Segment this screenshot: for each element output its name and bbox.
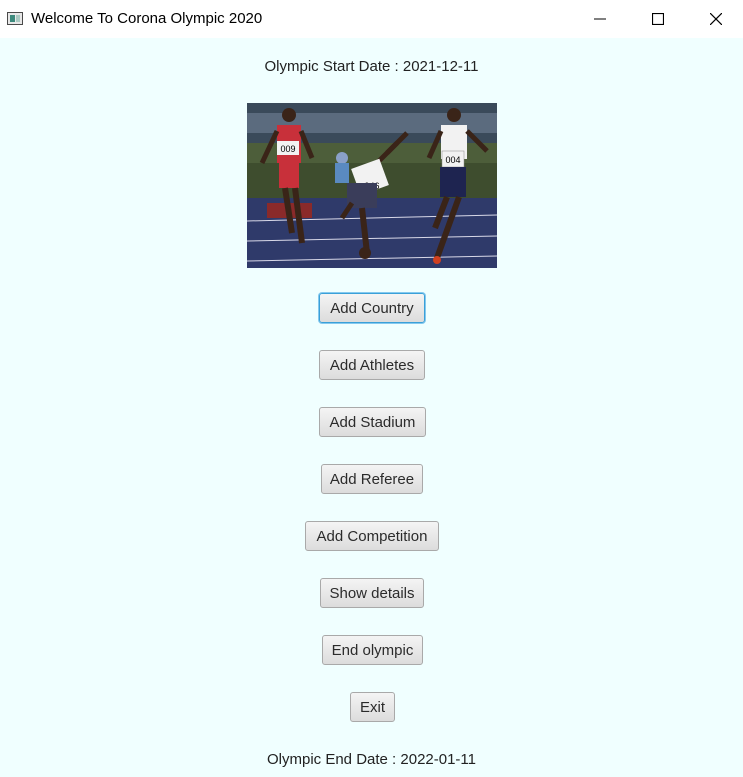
add-competition-button[interactable]: Add Competition (305, 521, 439, 551)
app-window-icon (7, 12, 23, 25)
minimize-button[interactable] (571, 0, 629, 38)
title-bar: Welcome To Corona Olympic 2020 (0, 0, 743, 38)
olympic-end-date: Olympic End Date : 2022-01-11 (267, 751, 476, 768)
add-country-button[interactable]: Add Country (319, 293, 425, 323)
add-athletes-button[interactable]: Add Athletes (319, 350, 425, 380)
main-panel: Olympic Start Date : 2021-12-11 009 004 … (0, 38, 743, 777)
add-referee-button[interactable]: Add Referee (321, 464, 423, 494)
bib-right: 004 (445, 155, 460, 165)
maximize-icon (652, 13, 664, 25)
add-stadium-button[interactable]: Add Stadium (319, 407, 426, 437)
athletes-photo: 009 946 004 (247, 103, 497, 268)
olympic-start-date: Olympic Start Date : 2021-12-11 (264, 58, 479, 75)
maximize-button[interactable] (629, 0, 687, 38)
exit-button[interactable]: Exit (350, 692, 395, 722)
show-details-button[interactable]: Show details (320, 578, 424, 608)
close-icon (710, 13, 722, 25)
close-button[interactable] (687, 0, 743, 38)
window-title: Welcome To Corona Olympic 2020 (31, 10, 263, 27)
end-olympic-button[interactable]: End olympic (322, 635, 423, 665)
minimize-icon (594, 18, 606, 20)
bib-left: 009 (280, 144, 295, 154)
